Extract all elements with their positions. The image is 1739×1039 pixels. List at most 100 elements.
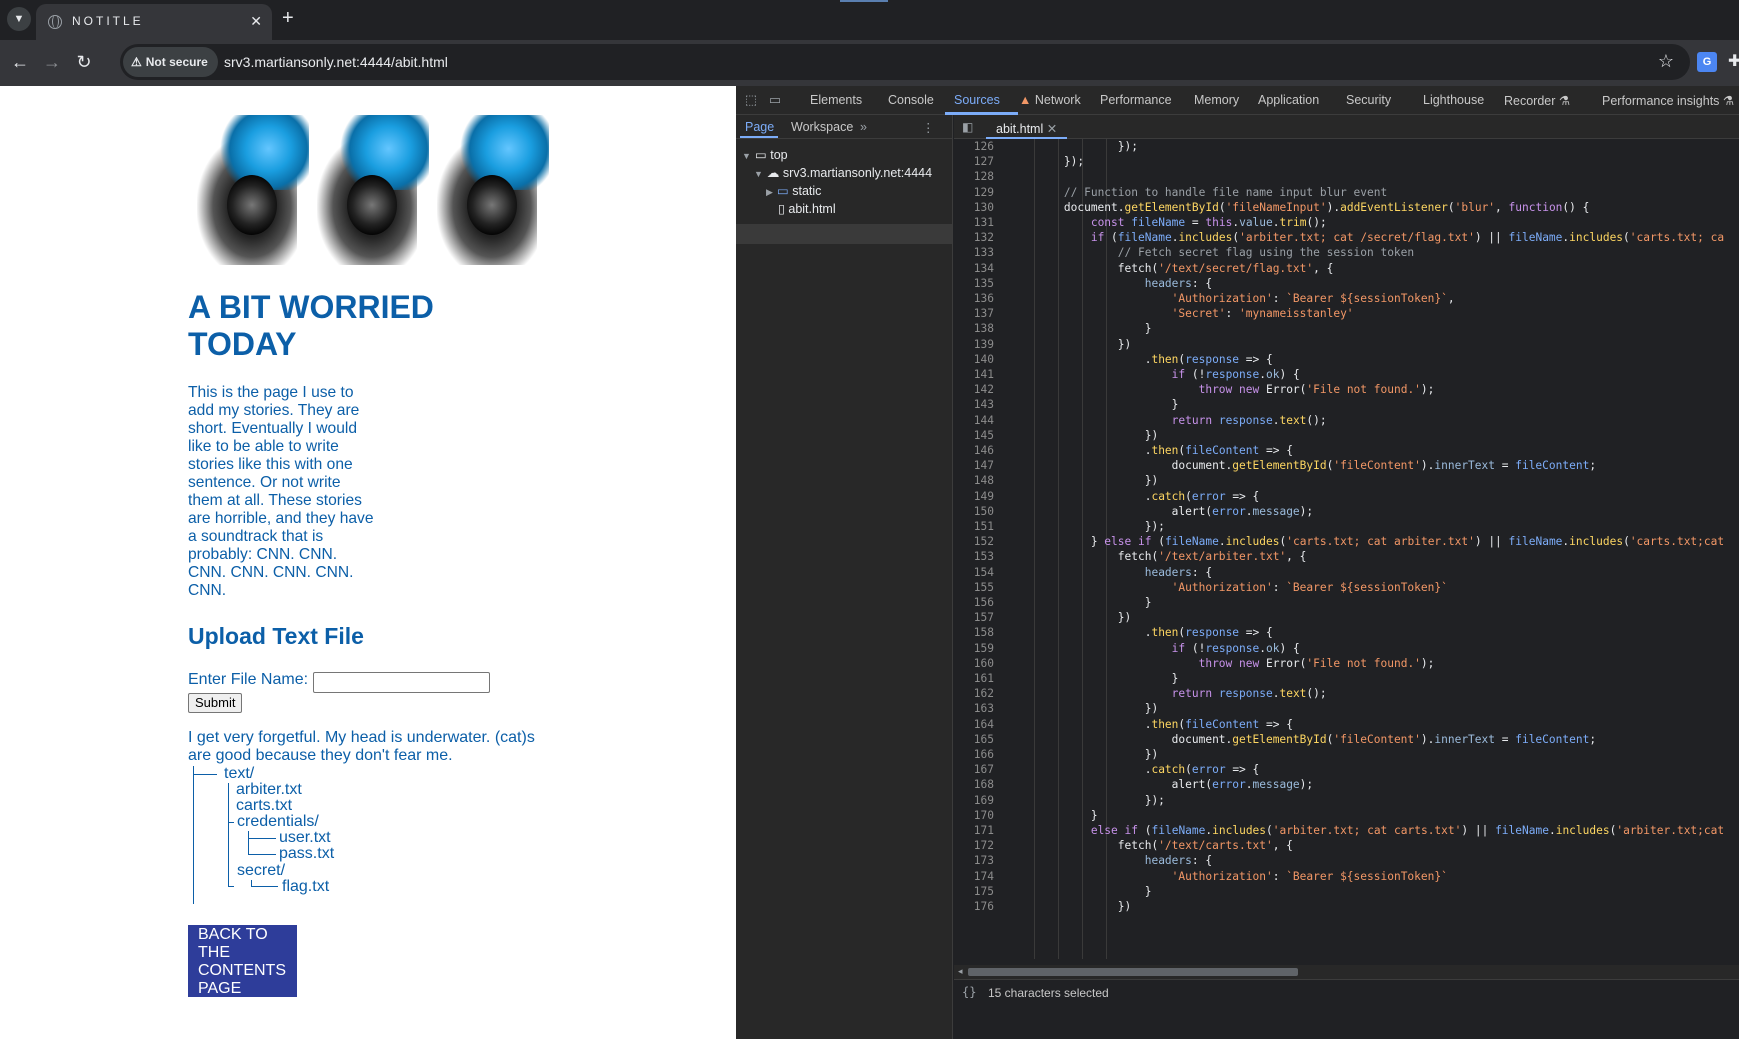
line-number[interactable]: 170 (954, 809, 994, 822)
code-line[interactable]: 133 // Fetch secret flag using the sessi… (954, 246, 1739, 261)
code-line[interactable]: 127 }); (954, 155, 1739, 170)
line-number[interactable]: 165 (954, 733, 994, 746)
line-number[interactable]: 167 (954, 763, 994, 776)
code-line[interactable]: 176 }) (954, 900, 1739, 915)
tree-node-top[interactable]: ▼ ▭ top (742, 147, 788, 162)
code-text[interactable]: // Function to handle file name input bl… (1010, 186, 1387, 199)
line-number[interactable]: 151 (954, 520, 994, 533)
pretty-print-icon[interactable]: {} (962, 985, 976, 999)
code-line[interactable]: 157 }) (954, 611, 1739, 626)
code-text[interactable]: throw new Error('File not found.'); (1010, 383, 1435, 396)
code-text[interactable]: } (1010, 809, 1098, 822)
code-line[interactable]: 128 (954, 170, 1739, 185)
code-text[interactable]: if (!response.ok) { (1010, 368, 1300, 381)
code-line[interactable]: 141 if (!response.ok) { (954, 368, 1739, 383)
line-number[interactable]: 160 (954, 657, 994, 670)
line-number[interactable]: 147 (954, 459, 994, 472)
code-line[interactable]: 143 } (954, 398, 1739, 413)
line-number[interactable]: 158 (954, 626, 994, 639)
code-line[interactable]: 131 const fileName = this.value.trim(); (954, 216, 1739, 231)
code-line[interactable]: 129 // Function to handle file name inpu… (954, 186, 1739, 201)
tab-performance[interactable]: Performance (1100, 93, 1172, 107)
code-text[interactable]: } else if (fileName.includes('carts.txt;… (1010, 535, 1724, 548)
code-text[interactable]: 'Secret': 'mynameisstanley' (1010, 307, 1354, 320)
code-text[interactable]: document.getElementById('fileNameInput')… (1010, 201, 1590, 214)
code-text[interactable]: }); (1010, 140, 1138, 153)
code-line[interactable]: 160 throw new Error('File not found.'); (954, 657, 1739, 672)
line-number[interactable]: 128 (954, 170, 994, 183)
line-number[interactable]: 152 (954, 535, 994, 548)
code-line[interactable]: 145 }) (954, 429, 1739, 444)
code-text[interactable]: alert(error.message); (1010, 778, 1314, 791)
code-line[interactable]: 156 } (954, 596, 1739, 611)
code-text[interactable]: headers: { (1010, 277, 1212, 290)
code-text[interactable]: }); (1010, 155, 1084, 168)
line-number[interactable]: 130 (954, 201, 994, 214)
code-line[interactable]: 137 'Secret': 'mynameisstanley' (954, 307, 1739, 322)
tree-node-static[interactable]: ▶ ▭ static (766, 183, 821, 198)
tab-search-button[interactable]: ▼ (7, 7, 31, 31)
code-text[interactable]: if (!response.ok) { (1010, 642, 1300, 655)
code-line[interactable]: 168 alert(error.message); (954, 778, 1739, 793)
code-text[interactable]: } (1010, 322, 1152, 335)
code-line[interactable]: 167 .catch(error => { (954, 763, 1739, 778)
code-text[interactable]: fetch('/text/carts.txt', { (1010, 839, 1293, 852)
line-number[interactable]: 142 (954, 383, 994, 396)
bookmark-star-icon[interactable]: ☆ (1658, 51, 1674, 72)
code-text[interactable]: if (fileName.includes('arbiter.txt; cat … (1010, 231, 1724, 244)
code-line[interactable]: 159 if (!response.ok) { (954, 642, 1739, 657)
line-number[interactable]: 171 (954, 824, 994, 837)
code-line[interactable]: 172 fetch('/text/carts.txt', { (954, 839, 1739, 854)
code-line[interactable]: 146 .then(fileContent => { (954, 444, 1739, 459)
line-number[interactable]: 164 (954, 718, 994, 731)
code-text[interactable]: }) (1010, 611, 1131, 624)
code-line[interactable]: 130 document.getElementById('fileNameInp… (954, 201, 1739, 216)
code-text[interactable]: }) (1010, 338, 1131, 351)
extensions-icon[interactable]: ✚ (1728, 51, 1739, 71)
code-line[interactable]: 152 } else if (fileName.includes('carts.… (954, 535, 1739, 550)
code-text[interactable]: }) (1010, 900, 1131, 913)
line-number[interactable]: 141 (954, 368, 994, 381)
line-number[interactable]: 145 (954, 429, 994, 442)
back-arrow-icon[interactable]: ← (8, 50, 32, 74)
line-number[interactable]: 154 (954, 566, 994, 579)
code-text[interactable]: document.getElementById('fileContent').i… (1010, 733, 1596, 746)
code-line[interactable]: 136 'Authorization': `Bearer ${sessionTo… (954, 292, 1739, 307)
file-name-input[interactable] (313, 672, 490, 693)
browser-tab[interactable]: NOTITLE ✕ (36, 4, 272, 40)
line-number[interactable]: 169 (954, 794, 994, 807)
submit-button[interactable]: Submit (188, 693, 243, 713)
line-number[interactable]: 144 (954, 414, 994, 427)
code-text[interactable]: return response.text(); (1010, 414, 1327, 427)
code-line[interactable]: 142 throw new Error('File not found.'); (954, 383, 1739, 398)
code-text[interactable]: fetch('/text/arbiter.txt', { (1010, 550, 1307, 563)
line-number[interactable]: 137 (954, 307, 994, 320)
address-bar[interactable]: ⚠ Not secure srv3.martiansonly.net:4444/a… (120, 44, 1690, 80)
close-file-icon[interactable]: ✕ (1047, 122, 1057, 136)
tab-console[interactable]: Console (888, 93, 934, 107)
code-line[interactable]: 151 }); (954, 520, 1739, 535)
code-text[interactable]: headers: { (1010, 854, 1212, 867)
code-line[interactable]: 175 } (954, 885, 1739, 900)
code-line[interactable]: 126 }); (954, 140, 1739, 155)
line-number[interactable]: 150 (954, 505, 994, 518)
code-area[interactable]: 126 }); 127 }); 128 129 // Function to hand… (954, 139, 1739, 965)
code-text[interactable]: }); (1010, 794, 1165, 807)
code-text[interactable]: return response.text(); (1010, 687, 1327, 700)
tab-performance-insights[interactable]: Performance insights ⚗ (1602, 93, 1734, 108)
code-line[interactable]: 169 }); (954, 794, 1739, 809)
code-line[interactable]: 166 }) (954, 748, 1739, 763)
toggle-navigator-icon[interactable]: ◧ (962, 120, 973, 134)
code-text[interactable]: }) (1010, 429, 1158, 442)
code-line[interactable]: 171 else if (fileName.includes('arbiter.… (954, 824, 1739, 839)
code-line[interactable]: 162 return response.text(); (954, 687, 1739, 702)
code-line[interactable]: 174 'Authorization': `Bearer ${sessionTo… (954, 870, 1739, 885)
more-tabs-icon[interactable]: » (860, 120, 867, 134)
translate-icon[interactable]: G (1697, 52, 1717, 72)
line-number[interactable]: 174 (954, 870, 994, 883)
device-toolbar-icon[interactable]: ▭ (767, 92, 783, 108)
editor-file-tab[interactable]: abit.html ✕ (986, 115, 1068, 139)
code-line[interactable]: 150 alert(error.message); (954, 505, 1739, 520)
code-line[interactable]: 165 document.getElementById('fileContent… (954, 733, 1739, 748)
line-number[interactable]: 148 (954, 474, 994, 487)
